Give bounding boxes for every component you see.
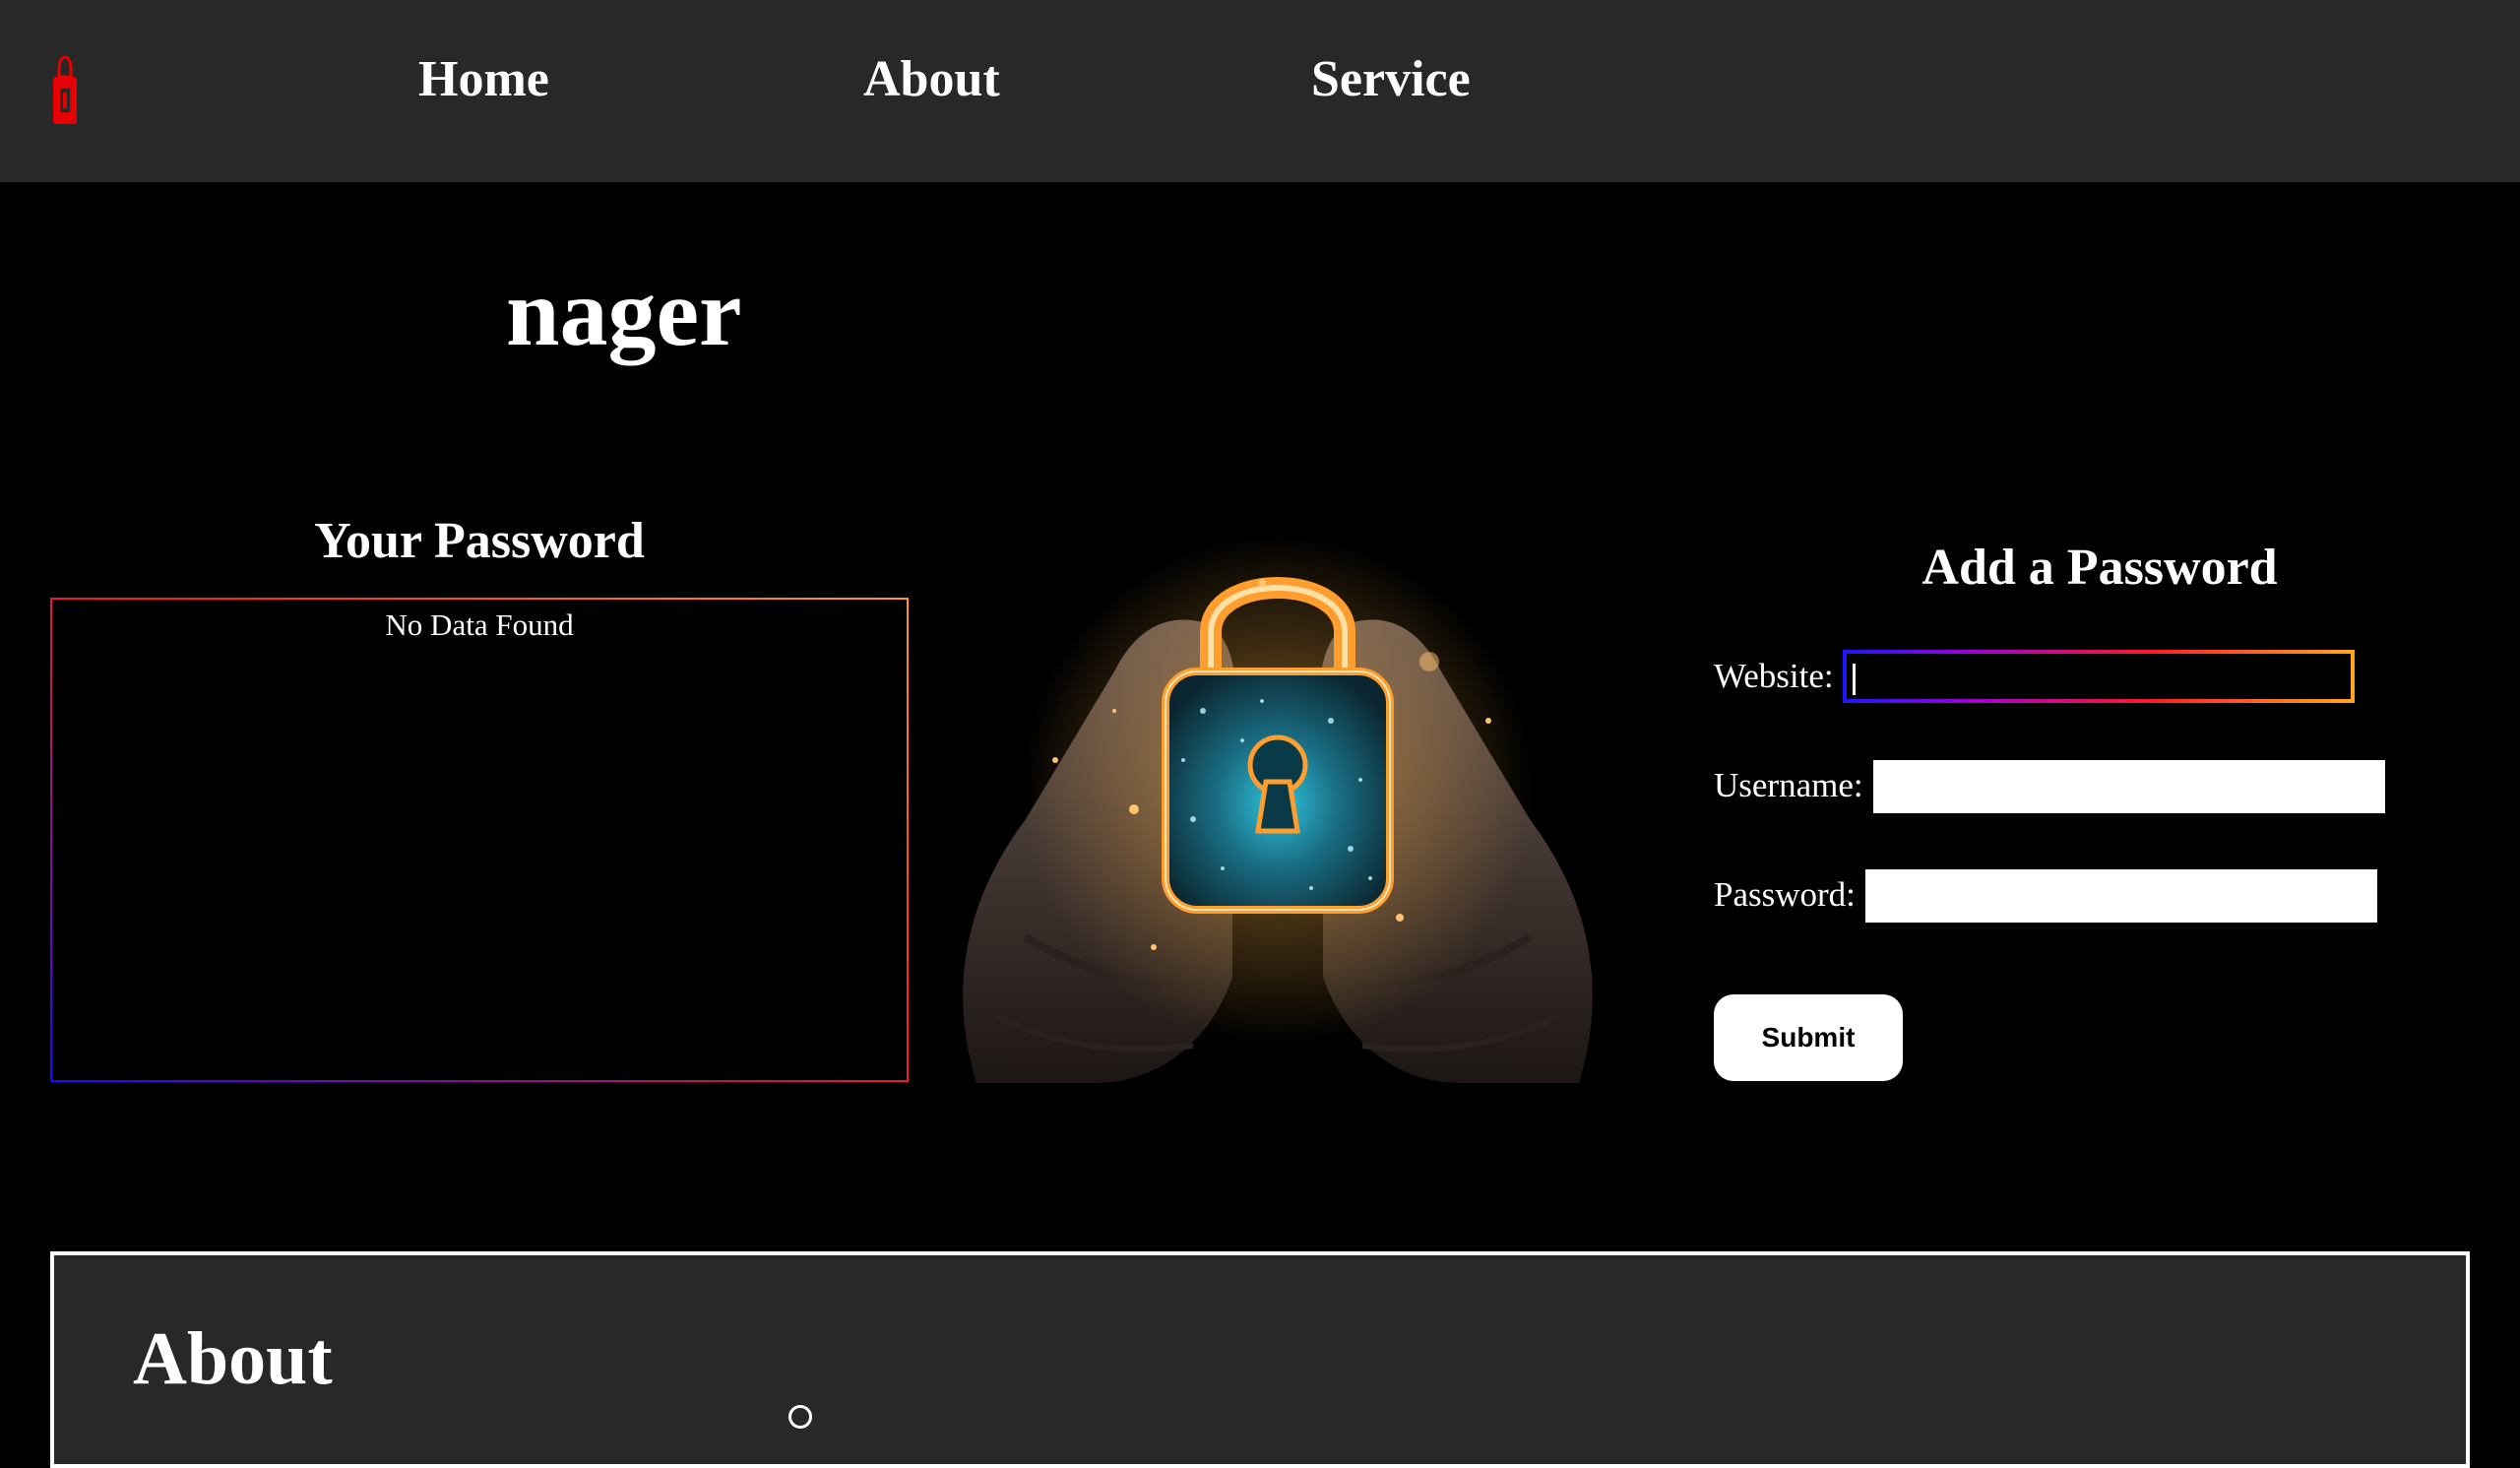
empty-state-text: No Data Found [385,607,574,642]
submit-button[interactable]: Submit [1714,994,1903,1081]
text-caret [1853,664,1856,695]
nav-link-home[interactable]: Home [418,45,549,114]
nav-link-about[interactable]: About [863,45,1000,114]
password-list: No Data Found [50,598,909,1082]
username-input[interactable] [1873,760,2385,813]
lock-logo-icon[interactable] [51,55,79,126]
mouse-cursor-icon [788,1405,812,1429]
username-label: Username: [1714,766,1863,804]
nav-link-service[interactable]: Service [1311,45,1471,114]
password-input[interactable] [1865,869,2377,923]
website-input[interactable] [1843,650,2355,703]
your-password-heading: Your Password [314,513,645,569]
padlock-hands-image [963,534,1593,1083]
add-password-heading: Add a Password [1922,540,2278,596]
password-label: Password: [1714,875,1856,914]
about-heading: About [133,1317,333,1400]
website-label: Website: [1714,657,1834,695]
navbar: Home About Service [0,0,2520,182]
page-title: nager [506,260,742,366]
about-section: About [50,1251,2470,1468]
